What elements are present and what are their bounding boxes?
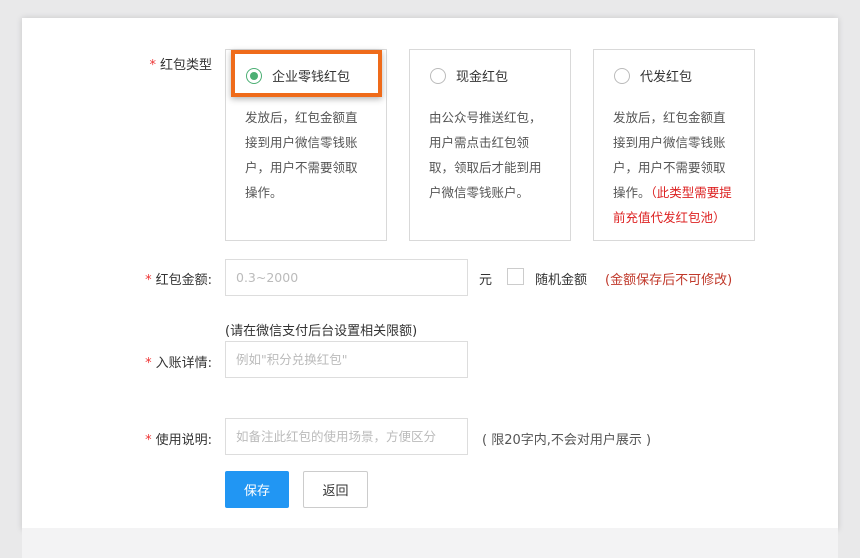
- limit-hint: (请在微信支付后台设置相关限额): [225, 324, 418, 339]
- radio-icon[interactable]: [430, 67, 446, 84]
- type-label-text: 红包类型: [159, 58, 212, 73]
- save-button[interactable]: 保存: [225, 471, 289, 508]
- usage-input[interactable]: [225, 418, 468, 455]
- amount-label: * 红包金额:: [145, 273, 212, 288]
- option-label: 代发红包: [640, 70, 693, 85]
- option-desc: 发放后，红包金额直接到用户微信零钱账户，用户不需要领取操作。: [245, 110, 358, 200]
- highlight-box: [231, 50, 382, 97]
- random-checkbox[interactable]: [507, 268, 524, 285]
- amount-label-text: 红包金额:: [155, 273, 212, 288]
- usage-note: ( 限20字内,不会对用户展示 ): [482, 433, 652, 448]
- amount-note: (金额保存后不可修改): [605, 273, 733, 288]
- option-cash[interactable]: 现金红包 由公众号推送红包，用户需点击红包领取，领取后才能到用户微信零钱账户。: [409, 49, 571, 241]
- back-button[interactable]: 返回: [303, 471, 368, 508]
- option-desc: 由公众号推送红包，用户需点击红包领取，领取后才能到用户微信零钱账户。: [429, 110, 542, 200]
- option-label: 现金红包: [456, 70, 509, 85]
- amount-input[interactable]: [225, 259, 468, 296]
- footer-band: [22, 528, 838, 558]
- detail-input[interactable]: [225, 341, 468, 378]
- detail-label-text: 入账详情:: [155, 356, 212, 371]
- detail-label: * 入账详情:: [145, 356, 212, 371]
- amount-unit: 元: [479, 273, 493, 288]
- type-label: * 红包类型: [149, 58, 212, 73]
- radio-icon[interactable]: [614, 67, 630, 84]
- random-label: 随机金额: [535, 273, 588, 288]
- usage-label-text: 使用说明:: [155, 433, 212, 448]
- usage-label: * 使用说明:: [145, 433, 212, 448]
- option-proxy[interactable]: 代发红包 发放后，红包金额直接到用户微信零钱账户，用户不需要领取操作。（此类型需…: [593, 49, 755, 241]
- option-desc: 发放后，红包金额直接到用户微信零钱账户，用户不需要领取操作。（此类型需要提前充值…: [613, 105, 737, 230]
